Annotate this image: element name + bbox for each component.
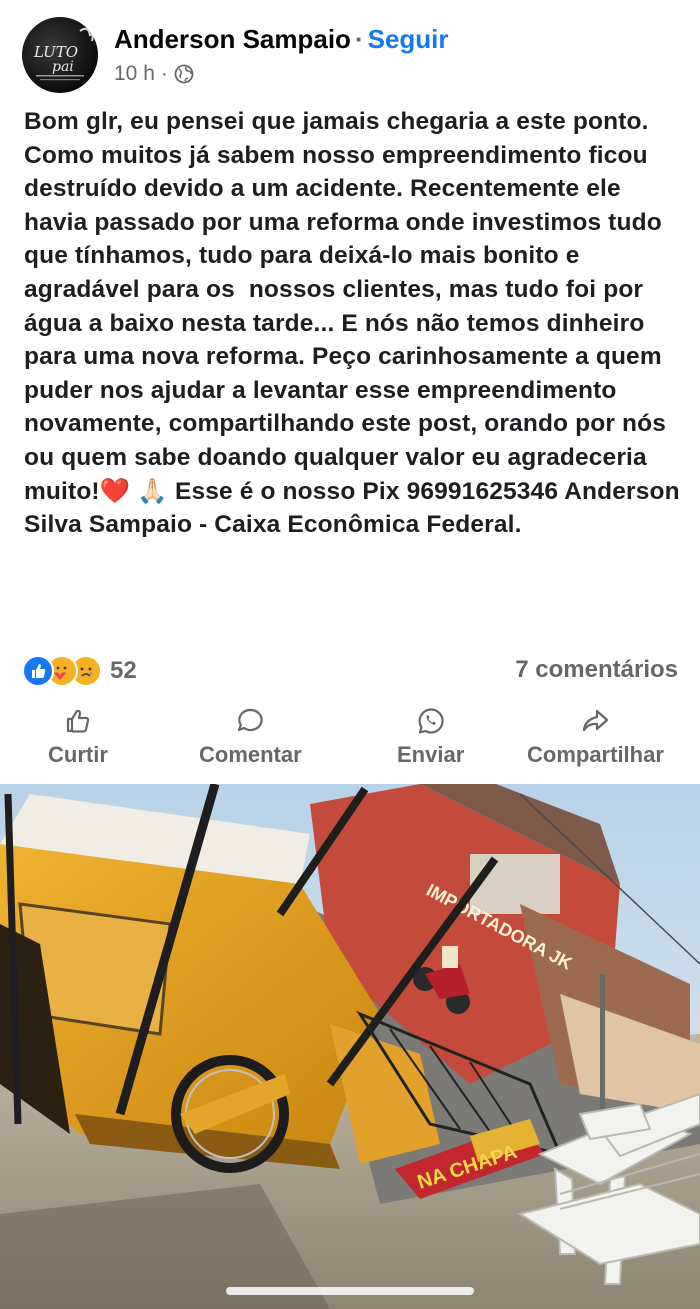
globe-icon xyxy=(174,64,194,84)
share-arrow-icon xyxy=(583,709,609,732)
comment-label: Comentar xyxy=(199,742,302,767)
author-line: Anderson Sampaio · Seguir xyxy=(114,24,449,55)
share-button[interactable]: Compartilhar xyxy=(527,706,664,768)
meta-separator: · xyxy=(160,62,168,85)
kiosk-photo-illustration: IMPORTADORA JK NA CHAPA xyxy=(0,784,700,1309)
send-label: Enviar xyxy=(397,742,465,767)
svg-text:pai: pai xyxy=(52,59,74,75)
follow-button[interactable]: Seguir xyxy=(368,24,449,54)
name-separator: · xyxy=(354,24,364,54)
like-label: Curtir xyxy=(48,742,108,767)
whatsapp-icon xyxy=(418,708,444,734)
share-label: Compartilhar xyxy=(527,742,664,767)
comment-button[interactable]: Comentar xyxy=(199,706,302,768)
comments-count-link[interactable]: 7 comentários xyxy=(515,656,678,684)
home-indicator xyxy=(226,1287,474,1295)
avatar-logo: LUTO pai xyxy=(33,27,94,81)
reactions-summary[interactable]: 52 xyxy=(22,654,137,688)
author-name[interactable]: Anderson Sampaio xyxy=(114,24,351,54)
post-time[interactable]: 10 h xyxy=(114,62,155,86)
post-body-text: Bom glr, eu pensei que jamais chegaria a… xyxy=(24,108,687,539)
action-bar: Curtir Comentar Enviar Compartilhar xyxy=(0,706,700,776)
thumbs-up-icon xyxy=(66,709,90,733)
like-reaction-icon xyxy=(22,655,54,687)
post-stats: 52 7 comentários xyxy=(22,652,678,692)
post-meta: 10 h · xyxy=(114,62,194,86)
reaction-count: 52 xyxy=(110,657,137,684)
post-header: LUTO pai Anderson Sampaio · Seguir 10 h · xyxy=(0,0,700,100)
post-photo[interactable]: IMPORTADORA JK NA CHAPA xyxy=(0,784,700,1309)
author-avatar[interactable]: LUTO pai xyxy=(22,17,98,93)
like-button[interactable]: Curtir xyxy=(48,706,108,768)
send-button[interactable]: Enviar xyxy=(397,706,464,768)
comment-bubble-icon xyxy=(238,708,264,732)
